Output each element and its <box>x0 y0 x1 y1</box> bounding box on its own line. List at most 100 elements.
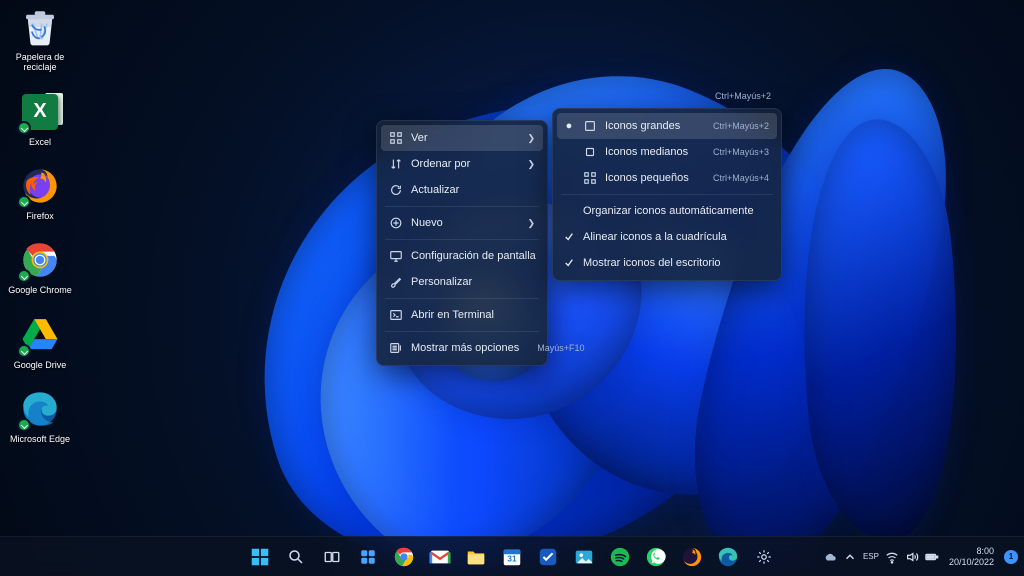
ctx-shortcut: Ctrl+Mayús+3 <box>703 147 769 157</box>
ctx-item-new[interactable]: Nuevo ❯ <box>381 210 543 236</box>
taskbar-app-gmail[interactable] <box>425 542 455 572</box>
svg-text:31: 31 <box>507 554 517 563</box>
chrome-icon <box>19 239 61 281</box>
desktop-icon-firefox[interactable]: Firefox <box>8 165 72 221</box>
taskbar-app-firefox[interactable] <box>677 542 707 572</box>
taskbar-app-whatsapp[interactable] <box>641 542 671 572</box>
ctx-label: Actualizar <box>411 184 535 196</box>
ctx-item-display-settings[interactable]: Configuración de pantalla <box>381 243 543 269</box>
desktop-icon-chrome[interactable]: Google Chrome <box>8 239 72 295</box>
ctx-item-sort[interactable]: Ordenar por ❯ <box>381 151 543 177</box>
onedrive-tray-icon[interactable] <box>823 550 837 564</box>
taskbar-app-settings[interactable] <box>749 542 779 572</box>
ctx-label: Ver <box>411 132 519 144</box>
desktop-icon-label: Firefox <box>26 211 54 221</box>
desktop-icon-label: Google Drive <box>14 360 67 370</box>
plus-circle-icon <box>389 216 403 230</box>
submenu-item-medium-icons[interactable]: Iconos medianos Ctrl+Mayús+3 <box>557 139 777 165</box>
desktop-icons-area: Papelera de reciclaje X Excel Firefox Go… <box>8 6 72 444</box>
ctx-item-open-terminal[interactable]: Abrir en Terminal <box>381 302 543 328</box>
desktop-context-menu[interactable]: Ver ❯ Ordenar por ❯ Actualizar Nuevo ❯ C… <box>376 120 548 366</box>
ctx-label: Organizar iconos automáticamente <box>583 205 769 217</box>
ctx-separator <box>385 239 539 240</box>
battery-icon[interactable] <box>925 550 939 564</box>
radio-selected-icon: ● <box>563 120 575 132</box>
ctx-label: Iconos grandes <box>605 120 695 132</box>
notification-badge[interactable]: 1 <box>1004 550 1018 564</box>
submenu-hover-shortcut: Ctrl+Mayús+2 <box>715 91 771 101</box>
keyboard-language-icon[interactable]: ESP <box>863 550 879 564</box>
taskbar-app-explorer[interactable] <box>461 542 491 572</box>
volume-icon[interactable] <box>905 550 919 564</box>
taskbar-app-spotify[interactable] <box>605 542 635 572</box>
taskbar-app-edge[interactable] <box>713 542 743 572</box>
desktop-icon-label: Google Chrome <box>8 285 72 295</box>
taskbar-clock[interactable]: 8:00 20/10/2022 <box>945 546 998 567</box>
ctx-label: Mostrar iconos del escritorio <box>583 257 769 269</box>
desktop-icon-recycle-bin[interactable]: Papelera de reciclaje <box>8 6 72 73</box>
submenu-item-align-grid[interactable]: Alinear iconos a la cuadrícula <box>557 224 777 250</box>
ctx-label: Abrir en Terminal <box>411 309 535 321</box>
desktop-icon-google-drive[interactable]: Google Drive <box>8 314 72 370</box>
check-on-icon <box>563 258 575 268</box>
taskbar-app-chrome[interactable] <box>389 542 419 572</box>
recycle-bin-icon <box>19 6 61 48</box>
google-drive-icon <box>19 314 61 356</box>
system-tray: ESP 8:00 20/10/2022 1 <box>823 537 1018 576</box>
chevron-right-icon: ❯ <box>527 218 535 229</box>
start-button[interactable] <box>245 542 275 572</box>
submenu-item-large-icons[interactable]: ● Iconos grandes Ctrl+Mayús+2 <box>557 113 777 139</box>
ctx-item-more-options[interactable]: Mostrar más opciones Mayús+F10 <box>381 335 543 361</box>
ctx-label: Mostrar más opciones <box>411 342 519 354</box>
chevron-right-icon: ❯ <box>527 159 535 170</box>
task-view-button[interactable] <box>317 542 347 572</box>
refresh-icon <box>389 183 403 197</box>
ctx-shortcut: Ctrl+Mayús+2 <box>703 121 769 131</box>
brush-icon <box>389 275 403 289</box>
ctx-item-view[interactable]: Ver ❯ <box>381 125 543 151</box>
ctx-item-personalize[interactable]: Personalizar <box>381 269 543 295</box>
ctx-separator <box>561 194 773 195</box>
ctx-label: Nuevo <box>411 217 519 229</box>
desktop-icon-excel[interactable]: X Excel <box>8 91 72 147</box>
sync-badge-icon <box>17 344 31 358</box>
edge-icon <box>19 388 61 430</box>
ctx-separator <box>385 206 539 207</box>
ctx-shortcut: Ctrl+Mayús+4 <box>703 173 769 183</box>
sync-badge-icon <box>17 418 31 432</box>
submenu-item-show-icons[interactable]: Mostrar iconos del escritorio <box>557 250 777 276</box>
desktop-icon-label: Excel <box>29 137 51 147</box>
icon-small-icon <box>583 171 597 185</box>
taskbar-center: 31 <box>245 542 779 572</box>
desktop-icon-label: Papelera de reciclaje <box>16 52 65 73</box>
excel-icon: X <box>19 91 61 133</box>
ctx-label: Ordenar por <box>411 158 519 170</box>
grid-icon <box>389 131 403 145</box>
taskbar-app-calendar[interactable]: 31 <box>497 542 527 572</box>
ctx-item-refresh[interactable]: Actualizar <box>381 177 543 203</box>
sync-badge-icon <box>17 121 31 135</box>
submenu-item-auto-arrange[interactable]: Organizar iconos automáticamente <box>557 198 777 224</box>
ctx-label: Alinear iconos a la cuadrícula <box>583 231 769 243</box>
firefox-icon <box>19 165 61 207</box>
search-button[interactable] <box>281 542 311 572</box>
ctx-label: Iconos medianos <box>605 146 695 158</box>
clock-date: 20/10/2022 <box>949 557 994 567</box>
widgets-button[interactable] <box>353 542 383 572</box>
tray-overflow-icon[interactable] <box>843 550 857 564</box>
taskbar: 31 ESP 8:00 20/10/2022 1 <box>0 536 1024 576</box>
ctx-shortcut: Mayús+F10 <box>527 343 584 353</box>
submenu-item-small-icons[interactable]: Iconos pequeños Ctrl+Mayús+4 <box>557 165 777 191</box>
taskbar-app-todo[interactable] <box>533 542 563 572</box>
clock-time: 8:00 <box>949 546 994 556</box>
desktop-icon-edge[interactable]: Microsoft Edge <box>8 388 72 444</box>
desktop-icon-label: Microsoft Edge <box>10 434 70 444</box>
icon-medium-icon <box>583 145 597 159</box>
wifi-icon[interactable] <box>885 550 899 564</box>
view-submenu[interactable]: Ctrl+Mayús+2 ● Iconos grandes Ctrl+Mayús… <box>552 108 782 281</box>
chevron-right-icon: ❯ <box>527 133 535 144</box>
display-icon <box>389 249 403 263</box>
taskbar-app-photos[interactable] <box>569 542 599 572</box>
sort-icon <box>389 157 403 171</box>
ctx-separator <box>385 298 539 299</box>
